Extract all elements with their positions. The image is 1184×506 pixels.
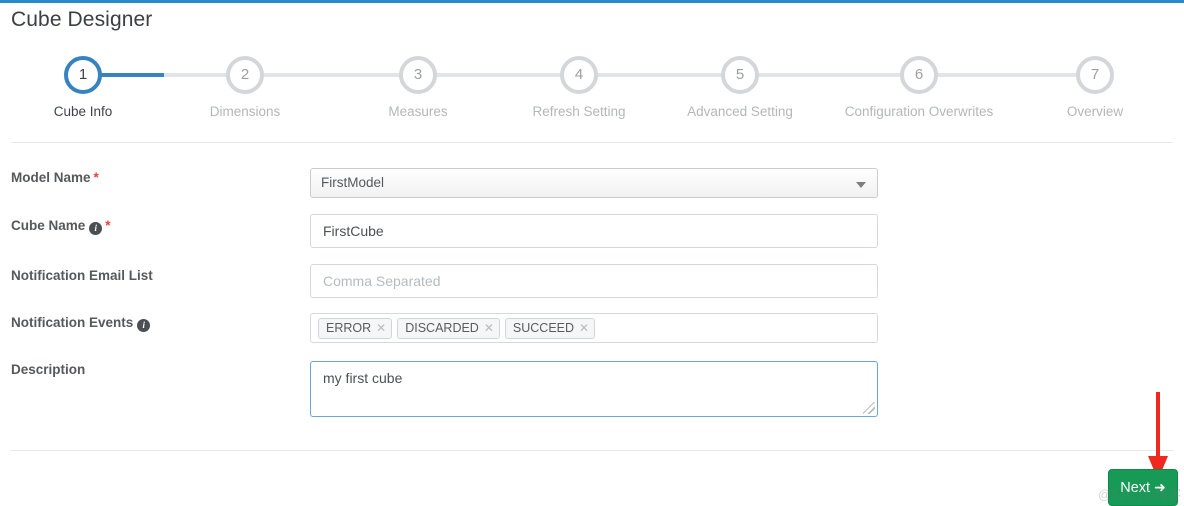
notification-events-control: ERROR ✕ DISCARDED ✕ SUCCEED ✕ (310, 313, 878, 343)
step-item-cube-info[interactable]: 1 Cube Info (3, 56, 163, 119)
notification-email-label: Notification Email List (11, 268, 153, 283)
step-number: 6 (900, 56, 938, 94)
tag-label: SUCCEED (512, 321, 575, 335)
tag-item[interactable]: SUCCEED ✕ (504, 318, 596, 339)
step-item-refresh-setting[interactable]: 4 Refresh Setting (499, 56, 659, 119)
notification-events-label: Notification Events i (11, 315, 151, 332)
step-label: Advanced Setting (687, 104, 793, 119)
description-value: my first cube (323, 370, 403, 386)
tag-remove-icon[interactable]: ✕ (579, 321, 589, 335)
step-connector-4-5 (579, 73, 740, 77)
step-number: 7 (1076, 56, 1114, 94)
info-icon[interactable]: i (137, 319, 151, 332)
step-item-configuration-overwrites[interactable]: 6 Configuration Overwrites (839, 56, 999, 119)
notification-email-control: Comma Separated (310, 264, 878, 298)
cube-name-label-text: Cube Name (11, 218, 86, 233)
step-label: Cube Info (53, 104, 113, 119)
cube-name-control: FirstCube (310, 214, 878, 248)
divider-top (11, 142, 1173, 143)
step-label: Configuration Overwrites (844, 104, 994, 119)
tag-label: ERROR (326, 321, 372, 335)
step-connector-6-7 (919, 73, 1095, 77)
step-label: Refresh Setting (532, 104, 626, 119)
step-label: Dimensions (209, 104, 281, 119)
chevron-down-icon (856, 182, 866, 188)
watermark: @51CTO博客 (1098, 487, 1182, 502)
step-number: 5 (721, 56, 759, 94)
tag-remove-icon[interactable]: ✕ (376, 321, 386, 335)
resize-handle-icon[interactable] (863, 402, 875, 414)
description-control: my first cube (310, 361, 878, 417)
top-accent-bar (0, 0, 1184, 3)
cube-name-input[interactable]: FirstCube (310, 214, 878, 248)
step-number: 4 (560, 56, 598, 94)
model-name-label-text: Model Name (11, 170, 91, 185)
step-item-advanced-setting[interactable]: 5 Advanced Setting (660, 56, 820, 119)
wizard-stepper: 1 Cube Info 2 Dimensions 3 Measures 4 Re… (0, 56, 1184, 132)
step-connector-3-4 (418, 73, 579, 77)
tag-item[interactable]: ERROR ✕ (318, 318, 393, 339)
required-asterisk: * (105, 218, 111, 233)
tag-remove-icon[interactable]: ✕ (484, 321, 494, 335)
tag-item[interactable]: DISCARDED ✕ (397, 318, 500, 339)
step-number: 3 (399, 56, 437, 94)
info-icon[interactable]: i (89, 222, 103, 235)
divider-bottom (11, 450, 1173, 451)
step-connector-2-3 (245, 73, 418, 77)
step-connector-1-2 (83, 73, 245, 77)
step-number: 2 (226, 56, 264, 94)
description-textarea[interactable]: my first cube (310, 361, 878, 417)
model-name-control: FirstModel (310, 168, 878, 198)
tag-label: DISCARDED (405, 321, 479, 335)
model-name-selected-value: FirstModel (321, 175, 385, 190)
required-asterisk: * (93, 170, 99, 185)
step-number: 1 (64, 56, 102, 94)
cube-designer-page: Cube Designer 1 Cube Info 2 Dimensions 3… (0, 0, 1184, 506)
step-connector-5-6 (740, 73, 919, 77)
model-name-select[interactable]: FirstModel (310, 168, 878, 198)
step-item-measures[interactable]: 3 Measures (338, 56, 498, 119)
step-label: Measures (388, 104, 448, 119)
model-name-label: Model Name * (11, 170, 99, 185)
cube-name-label: Cube Name i * (11, 218, 111, 235)
step-item-overview[interactable]: 7 Overview (1015, 56, 1175, 119)
description-label: Description (11, 362, 86, 377)
page-title: Cube Designer (11, 8, 153, 31)
notification-events-label-text: Notification Events (11, 315, 134, 330)
notification-email-input[interactable]: Comma Separated (310, 264, 878, 298)
step-label: Overview (1066, 104, 1124, 119)
step-item-dimensions[interactable]: 2 Dimensions (165, 56, 325, 119)
notification-events-tag-input[interactable]: ERROR ✕ DISCARDED ✕ SUCCEED ✕ (310, 313, 878, 343)
